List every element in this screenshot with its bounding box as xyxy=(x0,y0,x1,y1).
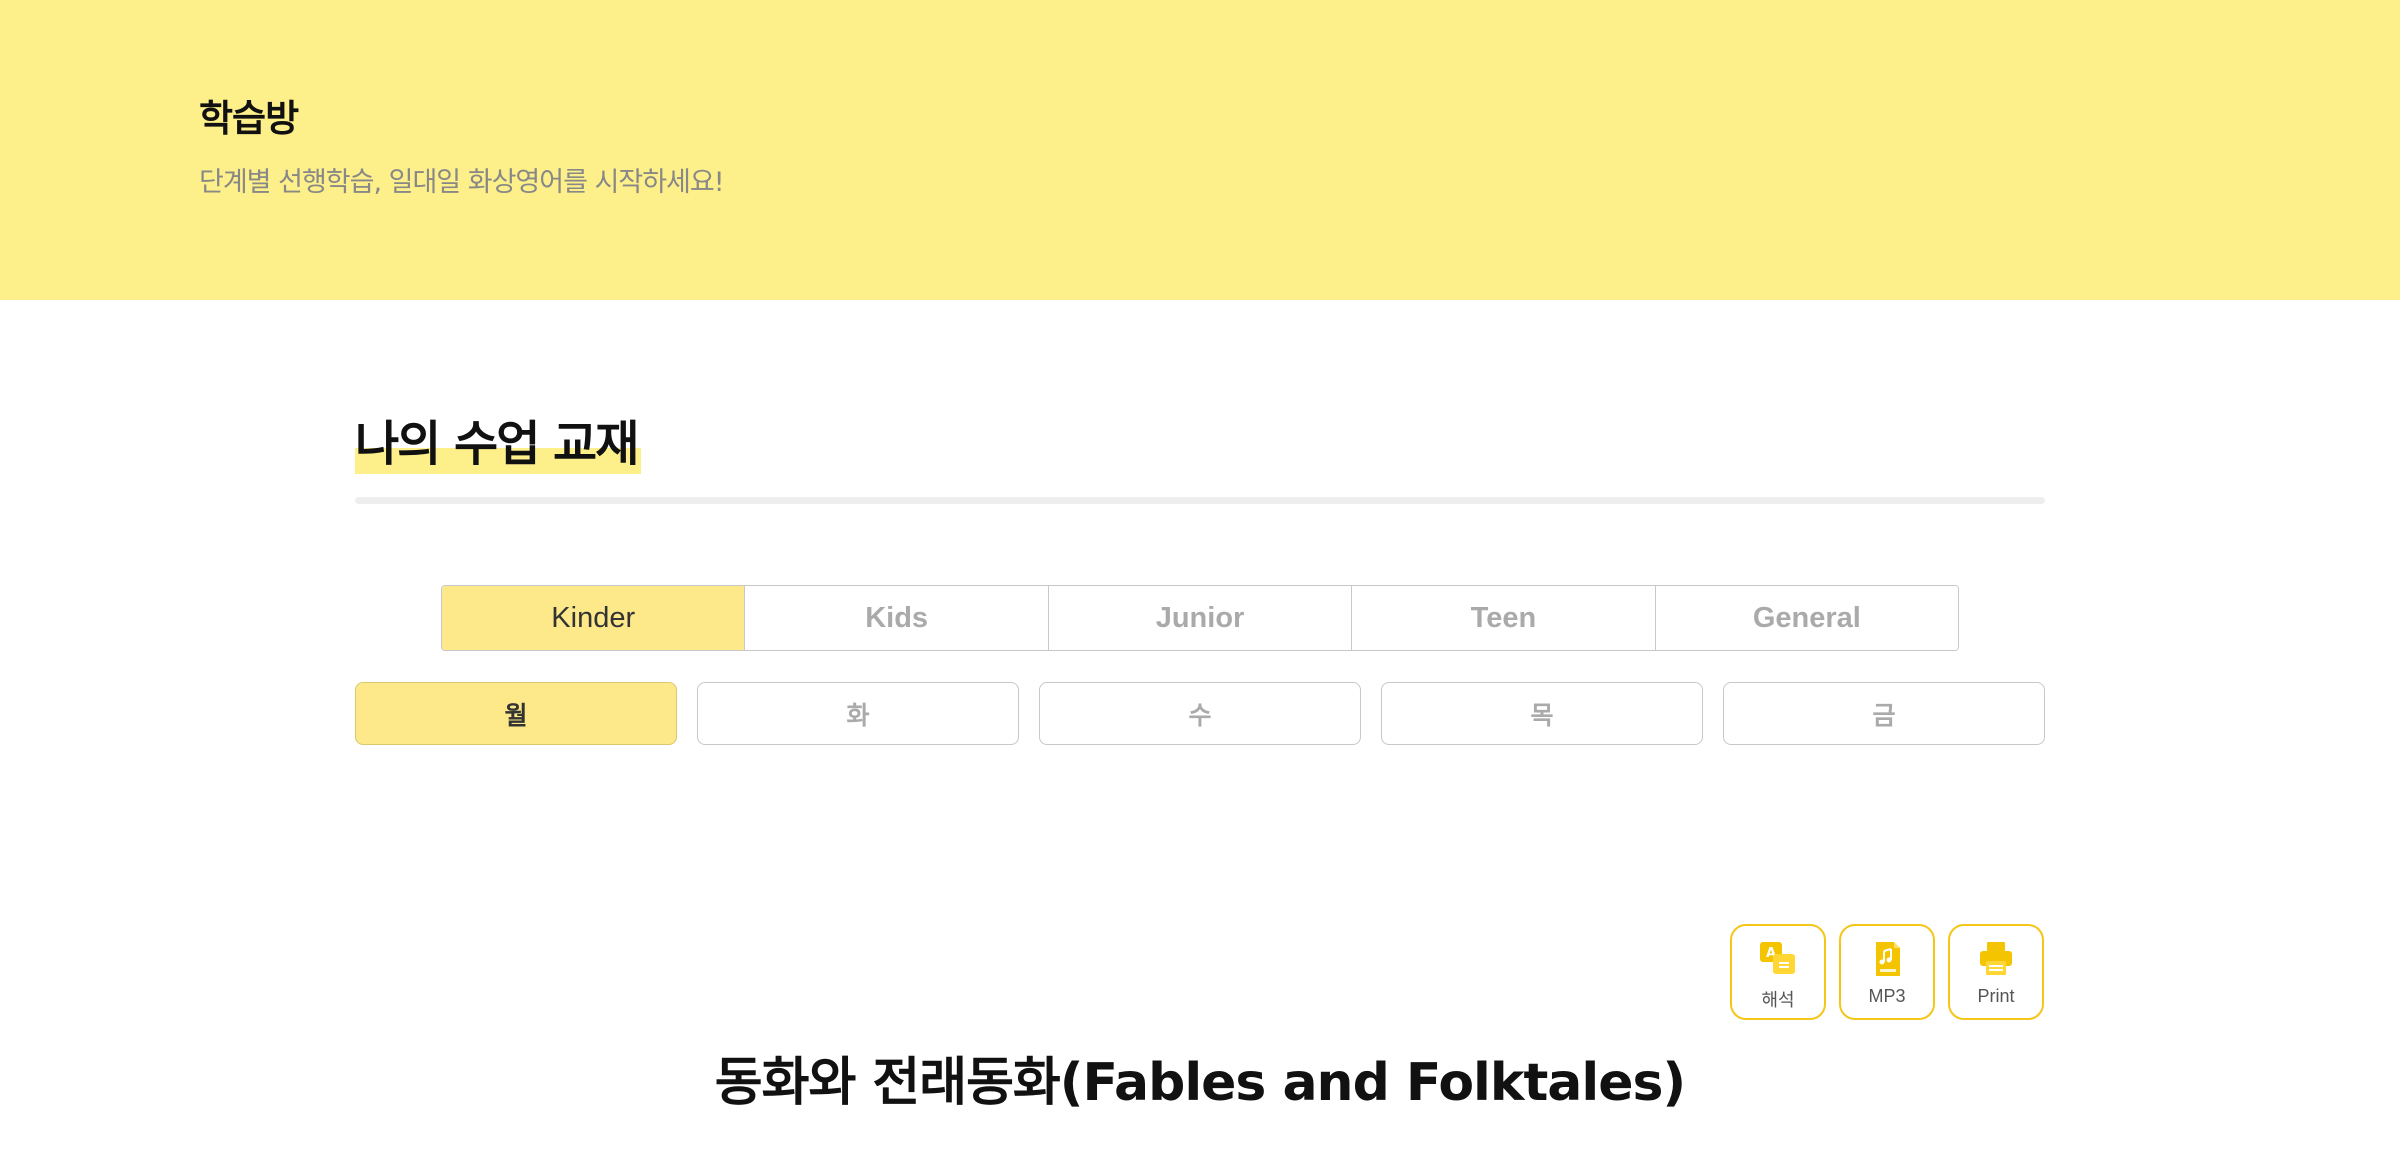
day-tab-monday[interactable]: 월 xyxy=(355,682,677,745)
print-label: Print xyxy=(1977,986,2015,1006)
page-subtitle: 단계별 선행학습, 일대일 화상영어를 시작하세요! xyxy=(199,167,725,198)
tab-kids[interactable]: Kids xyxy=(744,586,1048,650)
tab-junior[interactable]: Junior xyxy=(1047,586,1352,650)
book-title: 동화와 전래동화(Fables and Folktales) xyxy=(714,1053,1686,1113)
translation-label: 해석 xyxy=(1761,990,1795,1010)
tab-teen[interactable]: Teen xyxy=(1351,586,1655,650)
section-title: 나의 수업 교재 xyxy=(355,414,642,474)
page-title: 학습방 xyxy=(199,97,299,140)
mp3-file-icon xyxy=(1876,942,1900,976)
tab-kinder[interactable]: Kinder xyxy=(442,586,745,650)
section-divider xyxy=(355,497,2045,504)
mp3-label: MP3 xyxy=(1868,986,1906,1006)
mp3-button[interactable]: MP3 xyxy=(1839,924,1935,1020)
day-tabs: 월 화 수 목 금 xyxy=(355,682,2045,745)
day-tab-thursday[interactable]: 목 xyxy=(1381,682,1703,745)
day-tab-friday[interactable]: 금 xyxy=(1723,682,2045,745)
tab-general[interactable]: General xyxy=(1654,586,1958,650)
level-tabs: Kinder Kids Junior Teen General xyxy=(441,585,1959,651)
translation-button[interactable]: A 해석 xyxy=(1730,924,1826,1020)
day-tab-wednesday[interactable]: 수 xyxy=(1039,682,1361,745)
hero-banner: 학습방 단계별 선행학습, 일대일 화상영어를 시작하세요! xyxy=(0,0,2400,300)
translate-icon: A xyxy=(1760,942,1795,974)
day-tab-tuesday[interactable]: 화 xyxy=(697,682,1019,745)
print-button[interactable]: Print xyxy=(1948,924,2044,1020)
printer-icon xyxy=(1980,942,2012,975)
material-actions: A 해석 MP3 Print xyxy=(1730,924,2044,1020)
